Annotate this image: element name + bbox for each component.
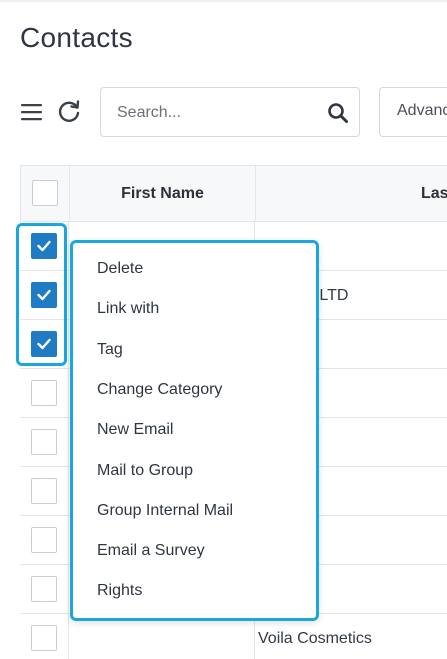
column-header-first-name[interactable]: First Name xyxy=(70,166,256,221)
table-header: First Name Last xyxy=(20,165,447,222)
row-checkbox[interactable] xyxy=(31,380,57,406)
top-divider xyxy=(0,0,447,2)
menu-item-link-with[interactable]: Link with xyxy=(97,300,159,318)
search-icon[interactable] xyxy=(327,102,349,124)
row-checkbox[interactable] xyxy=(31,478,57,504)
select-all-cell xyxy=(21,166,70,221)
row-select-cell xyxy=(20,565,69,614)
row-checkbox[interactable] xyxy=(31,429,57,455)
menu-item-change-category[interactable]: Change Category xyxy=(97,381,222,399)
row-select-cell xyxy=(20,369,69,418)
menu-item-new-email[interactable]: New Email xyxy=(97,421,173,439)
select-all-checkbox[interactable] xyxy=(32,180,58,206)
row-checkbox[interactable] xyxy=(31,576,57,602)
selected-rows-highlight xyxy=(16,223,67,366)
menu-item-delete[interactable]: Delete xyxy=(97,260,143,278)
row-checkbox[interactable] xyxy=(31,527,57,553)
menu-item-tag[interactable]: Tag xyxy=(97,341,123,359)
row-select-cell xyxy=(20,614,69,659)
refresh-icon[interactable] xyxy=(56,99,82,125)
column-header-last[interactable]: Last xyxy=(421,166,447,221)
context-menu: Delete Link with Tag Change Category New Ema… xyxy=(70,240,319,621)
advanced-search-button[interactable]: Advanced xyxy=(379,87,447,137)
menu-item-group-internal-mail[interactable]: Group Internal Mail xyxy=(97,502,233,520)
row-checkbox[interactable] xyxy=(31,625,57,651)
menu-item-mail-to-group[interactable]: Mail to Group xyxy=(97,462,193,480)
menu-item-email-a-survey[interactable]: Email a Survey xyxy=(97,542,205,560)
row-select-cell xyxy=(20,516,69,565)
page-title: Contacts xyxy=(20,22,133,53)
search-input[interactable] xyxy=(117,101,317,125)
menu-item-rights[interactable]: Rights xyxy=(97,582,142,600)
hamburger-menu-icon[interactable] xyxy=(20,100,44,124)
row-select-cell xyxy=(20,418,69,467)
search-box[interactable] xyxy=(100,87,360,137)
row-select-cell xyxy=(20,467,69,516)
